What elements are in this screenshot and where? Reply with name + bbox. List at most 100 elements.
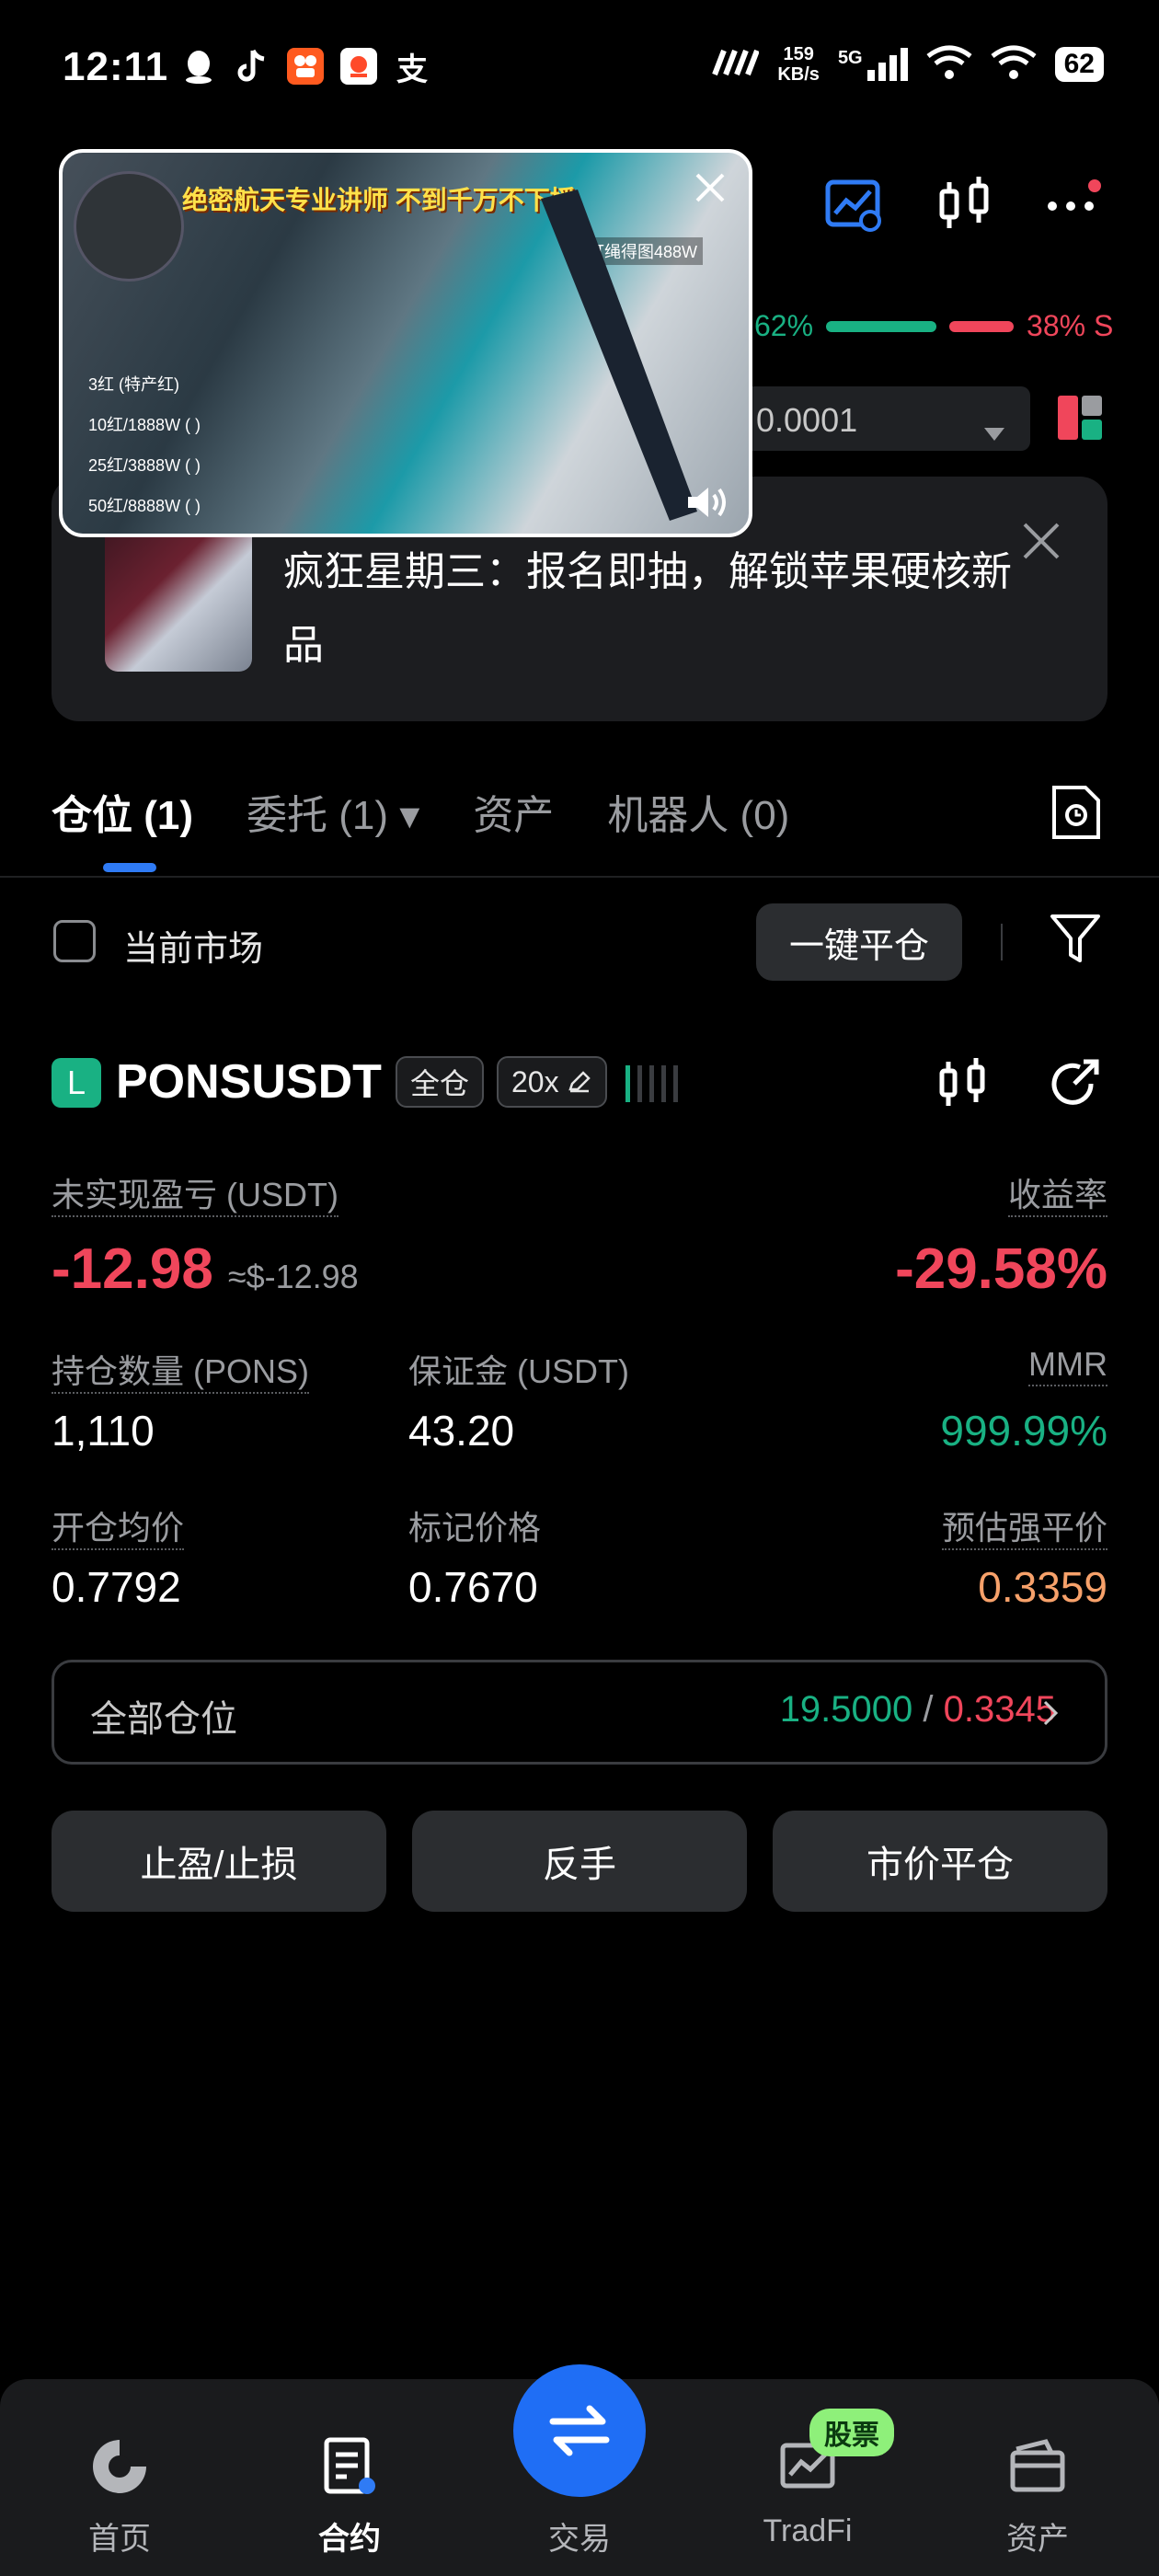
nav-tradfi-label: TradFi <box>763 2513 853 2548</box>
tpsl-values: 19.5000 / 0.3345 <box>780 1689 1056 1731</box>
tiktok-icon <box>234 48 270 85</box>
nav-contract-label: 合约 <box>318 2522 381 2557</box>
banner-close-icon[interactable] <box>1021 521 1061 561</box>
swap-icon <box>549 2405 610 2456</box>
adl-indicator <box>625 1065 678 1102</box>
gift-list: 3红 (特产红) 10红/1888W ( ) 25红/3888W ( ) 50红… <box>88 364 201 526</box>
market-close-button[interactable]: 市价平仓 <box>773 1811 1107 1912</box>
home-icon <box>93 2440 146 2493</box>
gift-item: 3红 (特产红) <box>88 375 179 394</box>
unrealized-pnl: -12.98 ≈$-12.98 <box>52 1236 359 1302</box>
chevron-right-icon <box>1043 1700 1059 1726</box>
net-speed-unit: KB/s <box>777 64 820 85</box>
position-symbol[interactable]: PONSUSDT <box>116 1054 382 1110</box>
status-time: 12:11 <box>63 44 169 89</box>
close-all-button[interactable]: 一键平仓 <box>756 903 962 981</box>
size-value: 1,110 <box>52 1407 155 1455</box>
nav-contract[interactable]: 合约 <box>258 2434 442 2559</box>
net-speed-value: 159 <box>783 44 814 64</box>
long-short-ratio: 62% 38% S <box>754 309 1113 343</box>
cell-signal-icon: 5G <box>838 48 908 81</box>
adl-bar <box>673 1065 678 1102</box>
minimap <box>74 171 184 282</box>
qq-icon <box>180 48 217 85</box>
nav-assets[interactable]: 资产 <box>946 2434 1130 2559</box>
liq-price-label[interactable]: 预估强平价 <box>941 1509 1107 1550</box>
margin-label: 保证金 (USDT) <box>408 1352 629 1390</box>
tab-bots[interactable]: 机器人 (0) <box>607 782 789 841</box>
tab-orders[interactable]: 委托 (1) ▾ <box>247 782 419 841</box>
entry-price-value: 0.7792 <box>52 1563 181 1611</box>
entry-price-label[interactable]: 开仓均价 <box>52 1509 185 1550</box>
promo-phone-image <box>105 515 252 672</box>
mmr-label[interactable]: MMR <box>1028 1345 1107 1386</box>
battery-indicator: 62 <box>1054 47 1104 82</box>
stock-badge: 股票 <box>809 2409 894 2456</box>
network-type: 5G <box>837 48 863 68</box>
unrealized-pnl-usd: ≈$-12.98 <box>227 1258 359 1295</box>
wifi-2-icon <box>991 45 1037 85</box>
tab-divider <box>0 876 1159 878</box>
adl-bar <box>637 1065 642 1102</box>
chevron-down-icon <box>984 410 1004 449</box>
adl-bar <box>625 1065 630 1102</box>
adl-bar <box>649 1065 654 1102</box>
wallet-icon <box>1010 2439 1065 2492</box>
status-app-icons: 支 <box>180 48 430 87</box>
nav-home[interactable]: 首页 <box>28 2434 212 2559</box>
roe-value: -29.58% <box>895 1237 1107 1301</box>
nav-trade-label: 交易 <box>548 2522 611 2557</box>
sound-icon[interactable] <box>686 484 730 521</box>
mark-price-value: 0.7670 <box>408 1563 538 1611</box>
current-market-label: 当前市场 <box>123 930 264 969</box>
margin-value: 43.20 <box>408 1407 515 1455</box>
gift-item: 10红/1888W ( ) <box>88 416 201 434</box>
nav-home-label: 首页 <box>88 2522 151 2557</box>
net-speed: 159 KB/s <box>777 44 820 85</box>
video-title: 绝密航天专业讲师 不到千万不下播 <box>182 186 576 214</box>
nav-assets-label: 资产 <box>1006 2522 1069 2557</box>
share-icon[interactable] <box>1047 1056 1102 1111</box>
more-icon[interactable] <box>1043 175 1104 236</box>
size-label[interactable]: 持仓数量 (PONS) <box>52 1352 310 1394</box>
mmr-value: 999.99% <box>940 1407 1107 1455</box>
take-profit-value: 19.5000 <box>779 1689 913 1730</box>
trade-button[interactable] <box>513 2364 646 2497</box>
unrealized-pnl-label[interactable]: 未实现盈亏 (USDT) <box>52 1176 339 1217</box>
weapon-graphic <box>541 190 697 521</box>
candlestick-icon[interactable] <box>935 175 995 236</box>
orderbook-layout-icon[interactable] <box>1056 394 1104 442</box>
kuaishou-icon <box>287 48 324 85</box>
divider <box>1001 924 1003 960</box>
long-ratio: 62% <box>754 309 814 342</box>
signal-hd-icon <box>711 49 761 81</box>
roe-label[interactable]: 收益率 <box>1007 1176 1107 1217</box>
tab-assets[interactable]: 资产 <box>473 782 554 841</box>
long-ratio-bar <box>826 320 937 332</box>
reverse-button[interactable]: 反手 <box>412 1811 747 1912</box>
short-ratio-bar <box>949 320 1015 332</box>
leverage-chip[interactable]: 20x <box>497 1056 607 1108</box>
history-doc-icon[interactable] <box>1050 784 1102 841</box>
short-ratio: 38% S <box>1027 309 1114 342</box>
live-video-overlay[interactable]: 绝密航天专业讲师 不到千万不下播 灯绳得图488W 3红 (特产红) 10红/1… <box>59 149 752 537</box>
stop-loss-value: 0.3345 <box>943 1689 1056 1730</box>
unrealized-pnl-value: -12.98 <box>52 1237 213 1301</box>
gift-item: 50红/8888W ( ) <box>88 497 201 515</box>
status-right: 159 KB/s 5G 62 <box>711 44 1104 85</box>
tpsl-button[interactable]: 止盈/止损 <box>52 1811 386 1912</box>
leverage-value: 20x <box>511 1064 559 1098</box>
position-chart-icon[interactable] <box>936 1056 992 1111</box>
qty-precision-value: 0.0001 <box>756 401 858 439</box>
current-market-checkbox[interactable] <box>53 920 96 962</box>
contract-icon <box>324 2437 375 2494</box>
active-tab-indicator <box>103 863 156 872</box>
qty-precision-select[interactable]: 0.0001 <box>743 386 1030 451</box>
gift-item: 25红/3888W ( ) <box>88 456 201 475</box>
tab-positions[interactable]: 仓位 (1) <box>52 782 193 841</box>
chart-alert-icon[interactable] <box>824 175 885 236</box>
mark-price-label: 标记价格 <box>408 1509 542 1547</box>
filter-icon[interactable] <box>1049 911 1102 966</box>
margin-mode-chip[interactable]: 全仓 <box>396 1056 485 1108</box>
position-tabs: 仓位 (1) 委托 (1) ▾ 资产 机器人 (0) <box>52 782 789 841</box>
